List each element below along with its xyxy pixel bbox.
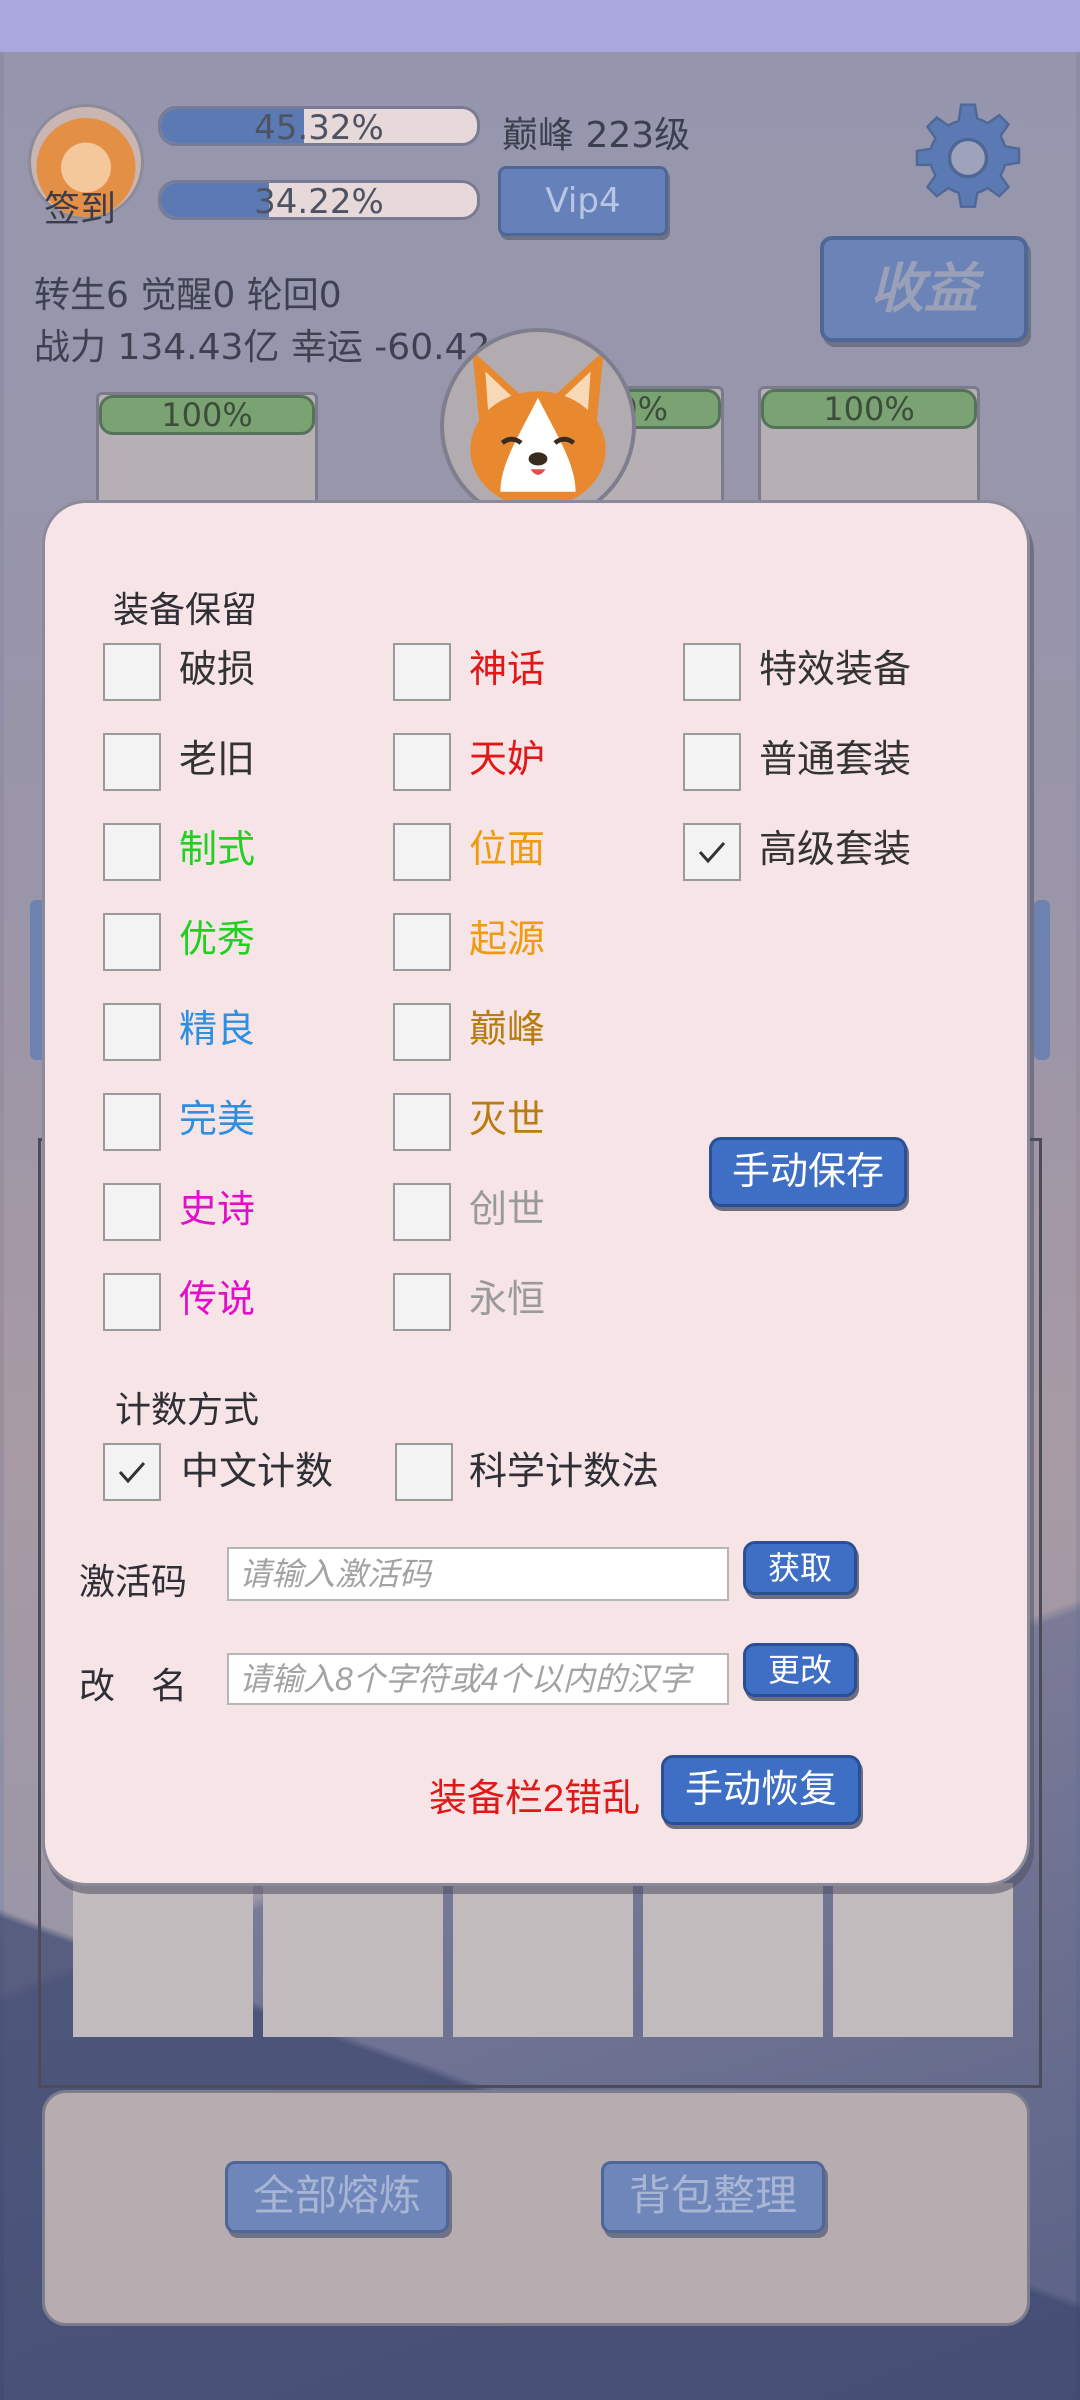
equip-keep-label: 位面 — [469, 829, 546, 871]
equip-keep-title: 装备保留 — [113, 589, 258, 630]
scientific-count-checkbox[interactable] — [395, 1443, 453, 1501]
equip-keep-checkbox[interactable] — [103, 733, 161, 791]
equip-keep-checkbox[interactable] — [103, 1003, 161, 1061]
inventory-cell[interactable] — [453, 1883, 633, 1963]
inventory-cell[interactable] — [833, 1883, 1013, 1963]
equip-keep-checkbox[interactable] — [683, 823, 741, 881]
signin-label[interactable]: 签到 — [44, 180, 116, 232]
inventory-cell[interactable] — [833, 1957, 1013, 2037]
smelt-all-button[interactable]: 全部熔炼 — [225, 2161, 449, 2233]
scientific-count-label: 科学计数法 — [469, 1451, 660, 1493]
inventory-cell[interactable] — [73, 1883, 253, 1963]
equip-keep-checkbox[interactable] — [683, 733, 741, 791]
equip-keep-label: 创世 — [469, 1189, 546, 1231]
equip-keep-label: 优秀 — [179, 919, 256, 961]
exp-progress-text: 45.32% — [254, 108, 384, 148]
manual-save-button[interactable]: 手动保存 — [709, 1137, 907, 1207]
count-method-title: 计数方式 — [115, 1389, 260, 1430]
equip-keep-checkbox[interactable] — [103, 1093, 161, 1151]
manual-restore-button[interactable]: 手动恢复 — [661, 1755, 861, 1825]
equip-keep-checkbox[interactable] — [683, 643, 741, 701]
equip-keep-label: 巅峰 — [469, 1009, 546, 1051]
bottom-action-panel: 全部熔炼 背包整理 — [42, 2090, 1030, 2326]
checkmark-icon — [698, 842, 726, 864]
equip-keep-label: 特效装备 — [759, 649, 912, 691]
chinese-count-checkbox[interactable] — [103, 1443, 161, 1501]
slot-durability: 100% — [761, 389, 977, 429]
gear-icon[interactable] — [910, 100, 1026, 216]
equip-keep-label: 永恒 — [469, 1279, 546, 1321]
inventory-cell[interactable] — [453, 1957, 633, 2037]
slot-durability: 100% — [99, 395, 315, 435]
equip-keep-checkbox[interactable] — [393, 823, 451, 881]
equip-keep-checkbox[interactable] — [103, 643, 161, 701]
equip-keep-label: 天妒 — [469, 739, 546, 781]
power-luck-stats: 战力 134.43亿 幸运 -60.42 — [34, 327, 491, 368]
equip-keep-label: 起源 — [469, 919, 546, 961]
equip-keep-checkbox[interactable] — [103, 913, 161, 971]
equip-keep-label: 神话 — [469, 649, 546, 691]
peak-level-text: 巅峰 223级 — [502, 115, 691, 156]
checkmark-icon — [118, 1462, 146, 1484]
rebirth-stats: 转生6 觉醒0 轮回0 — [34, 275, 342, 316]
equip-keep-label: 老旧 — [179, 739, 256, 781]
rename-button[interactable]: 更改 — [743, 1643, 857, 1697]
equip-keep-checkbox[interactable] — [393, 1273, 451, 1331]
equip-slot-warning: 装备栏2错乱 — [429, 1778, 641, 1820]
equip-keep-checkbox[interactable] — [393, 1093, 451, 1151]
equip-keep-checkbox[interactable] — [393, 1003, 451, 1061]
equip-keep-label: 普通套装 — [759, 739, 912, 781]
equip-keep-checkbox[interactable] — [393, 643, 451, 701]
activation-code-input[interactable] — [227, 1547, 729, 1601]
income-button[interactable]: 收益 — [820, 236, 1028, 342]
sort-bag-button[interactable]: 背包整理 — [601, 2161, 825, 2233]
inventory-cell[interactable] — [263, 1883, 443, 1963]
second-progress-text: 34.22% — [254, 182, 384, 222]
inventory-cell[interactable] — [643, 1957, 823, 2037]
settings-dialog: 装备保留 破损 神话 特效装备老旧 天妒 普通套装制式 位面 高级套装优秀 起源精良 巅峰完美 灭… — [42, 500, 1030, 1886]
chinese-count-label: 中文计数 — [181, 1451, 334, 1493]
equip-keep-label: 完美 — [179, 1099, 256, 1141]
equip-slot-card[interactable]: 100% — [758, 386, 980, 516]
equip-keep-label: 高级套装 — [759, 829, 912, 871]
get-activation-button[interactable]: 获取 — [743, 1541, 857, 1595]
inventory-cell[interactable] — [263, 1957, 443, 2037]
equip-keep-checkbox[interactable] — [103, 1183, 161, 1241]
corgi-mascot-avatar[interactable] — [440, 328, 636, 524]
equip-keep-label: 制式 — [179, 829, 256, 871]
equip-keep-label: 破损 — [179, 649, 256, 691]
equip-keep-label: 灭世 — [469, 1099, 546, 1141]
activation-code-label: 激活码 — [79, 1561, 188, 1602]
equip-keep-checkbox[interactable] — [103, 823, 161, 881]
equip-keep-label: 史诗 — [179, 1189, 256, 1231]
inventory-cell[interactable] — [643, 1883, 823, 1963]
equip-keep-label: 精良 — [179, 1009, 256, 1051]
inventory-cell[interactable] — [73, 1957, 253, 2037]
equip-keep-label: 传说 — [179, 1279, 256, 1321]
right-side-tab[interactable] — [1034, 900, 1050, 1060]
equip-keep-checkbox[interactable] — [393, 733, 451, 791]
rename-label: 改 名 — [79, 1665, 188, 1706]
equip-keep-checkbox[interactable] — [393, 913, 451, 971]
equip-keep-checkbox[interactable] — [393, 1183, 451, 1241]
vip-button[interactable]: Vip4 — [498, 166, 668, 236]
equip-keep-checkbox[interactable] — [103, 1273, 161, 1331]
rename-input[interactable] — [227, 1653, 729, 1705]
